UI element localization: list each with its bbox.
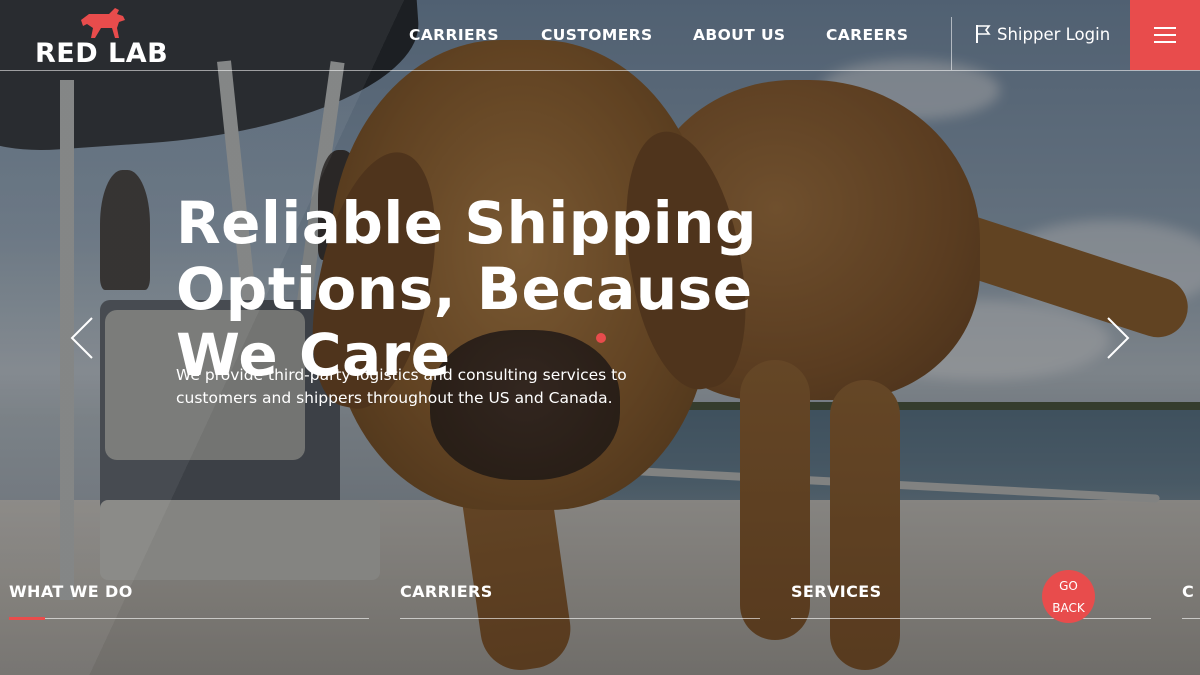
nav-item-customers[interactable]: CUSTOMERS: [541, 26, 653, 44]
shipper-login-label: Shipper Login: [997, 24, 1111, 44]
go-back-label-line2: BACK: [1052, 600, 1085, 615]
carousel-indicator-dot[interactable]: [596, 333, 606, 343]
hero-subtext: We provide third-party logistics and con…: [176, 366, 627, 407]
flag-icon: [976, 25, 991, 43]
tab-label: C: [1182, 582, 1195, 601]
tab-carriers[interactable]: CARRIERS: [400, 582, 760, 619]
tab-services[interactable]: SERVICES: [791, 582, 1151, 619]
nav-item-about-us[interactable]: ABOUT US: [693, 26, 786, 44]
chevron-right-icon: [1107, 317, 1130, 359]
carousel-next-button[interactable]: [1098, 316, 1138, 360]
active-tab-indicator: [9, 617, 45, 620]
tab-partial[interactable]: C: [1182, 582, 1200, 619]
shipper-login-link[interactable]: Shipper Login: [975, 24, 1110, 44]
menu-button[interactable]: [1130, 0, 1200, 70]
hero-headline: Reliable Shipping Options, Because We Ca…: [176, 189, 757, 389]
tab-what-we-do[interactable]: WHAT WE DO: [9, 582, 369, 620]
dog-logo-icon: [81, 8, 125, 38]
tab-label: WHAT WE DO: [9, 582, 133, 601]
carousel-prev-button[interactable]: [62, 316, 102, 360]
hamburger-menu-icon: [1154, 27, 1176, 43]
brand-name: RED LAB: [35, 38, 169, 69]
site-header: RED LAB CARRIERS CUSTOMERS ABOUT US CARE…: [0, 0, 1200, 71]
brand-logo[interactable]: RED LAB: [35, 4, 175, 69]
nav-item-careers[interactable]: CAREERS: [826, 26, 908, 44]
tab-label: SERVICES: [791, 582, 882, 601]
chevron-left-icon: [70, 317, 93, 359]
nav-divider: [951, 17, 952, 70]
go-back-label-line1: GO: [1059, 578, 1078, 593]
go-back-button[interactable]: GO BACK: [1042, 570, 1095, 623]
nav-item-carriers[interactable]: CARRIERS: [409, 26, 499, 44]
tab-label: CARRIERS: [400, 582, 493, 601]
